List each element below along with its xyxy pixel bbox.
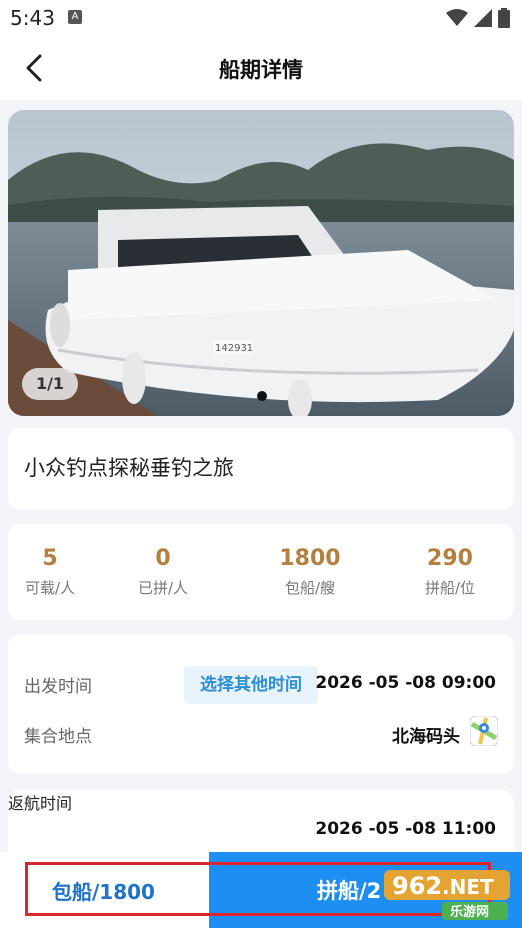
carousel-indicator-dot <box>257 391 267 401</box>
hull-number: 142931 <box>215 343 253 354</box>
stat-value: 5 <box>42 546 58 571</box>
status-time: 5:43 <box>10 6 55 30</box>
stat-label: 已拼/人 <box>137 579 189 597</box>
trip-name: 小众钓点探秘垂钓之旅 <box>24 456 234 480</box>
watermark-site-name: 乐游网 <box>450 904 489 920</box>
nav-bar: 船期详情 <box>0 36 522 100</box>
meeting-place-label: 集合地点 <box>24 727 92 747</box>
boat-photo-carousel[interactable]: 142931 1/1 <box>8 110 514 416</box>
watermark-domain: .NET <box>442 875 494 899</box>
stat-joined: 0 已拼/人 <box>103 546 223 598</box>
status-icons <box>446 8 510 28</box>
boat-photo: 142931 <box>8 110 514 416</box>
stat-share-price: 290 拼船/位 <box>390 546 510 598</box>
return-datetime: 2026 -05 -08 11:00 <box>315 819 496 839</box>
stat-label: 拼船/位 <box>424 579 476 597</box>
map-location-icon[interactable] <box>470 716 498 746</box>
stat-charter-price: 1800 包船/艘 <box>250 546 370 598</box>
site-watermark-logo: 962 .NET 乐游网 <box>382 866 514 922</box>
page-title: 船期详情 <box>219 58 303 82</box>
trip-name-card: 小众钓点探秘垂钓之旅 <box>8 428 514 510</box>
stat-capacity: 5 可载/人 <box>0 546 110 598</box>
wifi-icon <box>446 9 468 26</box>
departure-label: 出发时间 <box>24 677 92 697</box>
stat-label: 包船/艘 <box>284 579 336 597</box>
status-bar: 5:43 A <box>0 0 522 36</box>
stat-value: 0 <box>155 546 171 571</box>
signal-icon <box>474 9 492 27</box>
stat-value: 1800 <box>279 546 341 571</box>
schedule-card: 出发时间 选择其他时间 2026 -05 -08 09:00 集合地点 北海码头 <box>8 634 514 774</box>
stat-label: 可载/人 <box>24 579 76 597</box>
departure-datetime: 2026 -05 -08 09:00 <box>315 673 496 693</box>
notification-icon: A <box>68 10 82 24</box>
stat-value: 290 <box>427 546 473 571</box>
trip-stats-card: 5 可载/人 0 已拼/人 1800 包船/艘 290 拼船/位 <box>8 524 514 620</box>
meeting-place-value: 北海码头 <box>392 727 460 747</box>
return-label: 返航时间 <box>8 794 73 813</box>
choose-other-time-button[interactable]: 选择其他时间 <box>184 666 318 704</box>
image-counter-badge: 1/1 <box>22 368 78 400</box>
watermark-number: 962 <box>392 872 442 900</box>
battery-icon <box>498 8 510 28</box>
